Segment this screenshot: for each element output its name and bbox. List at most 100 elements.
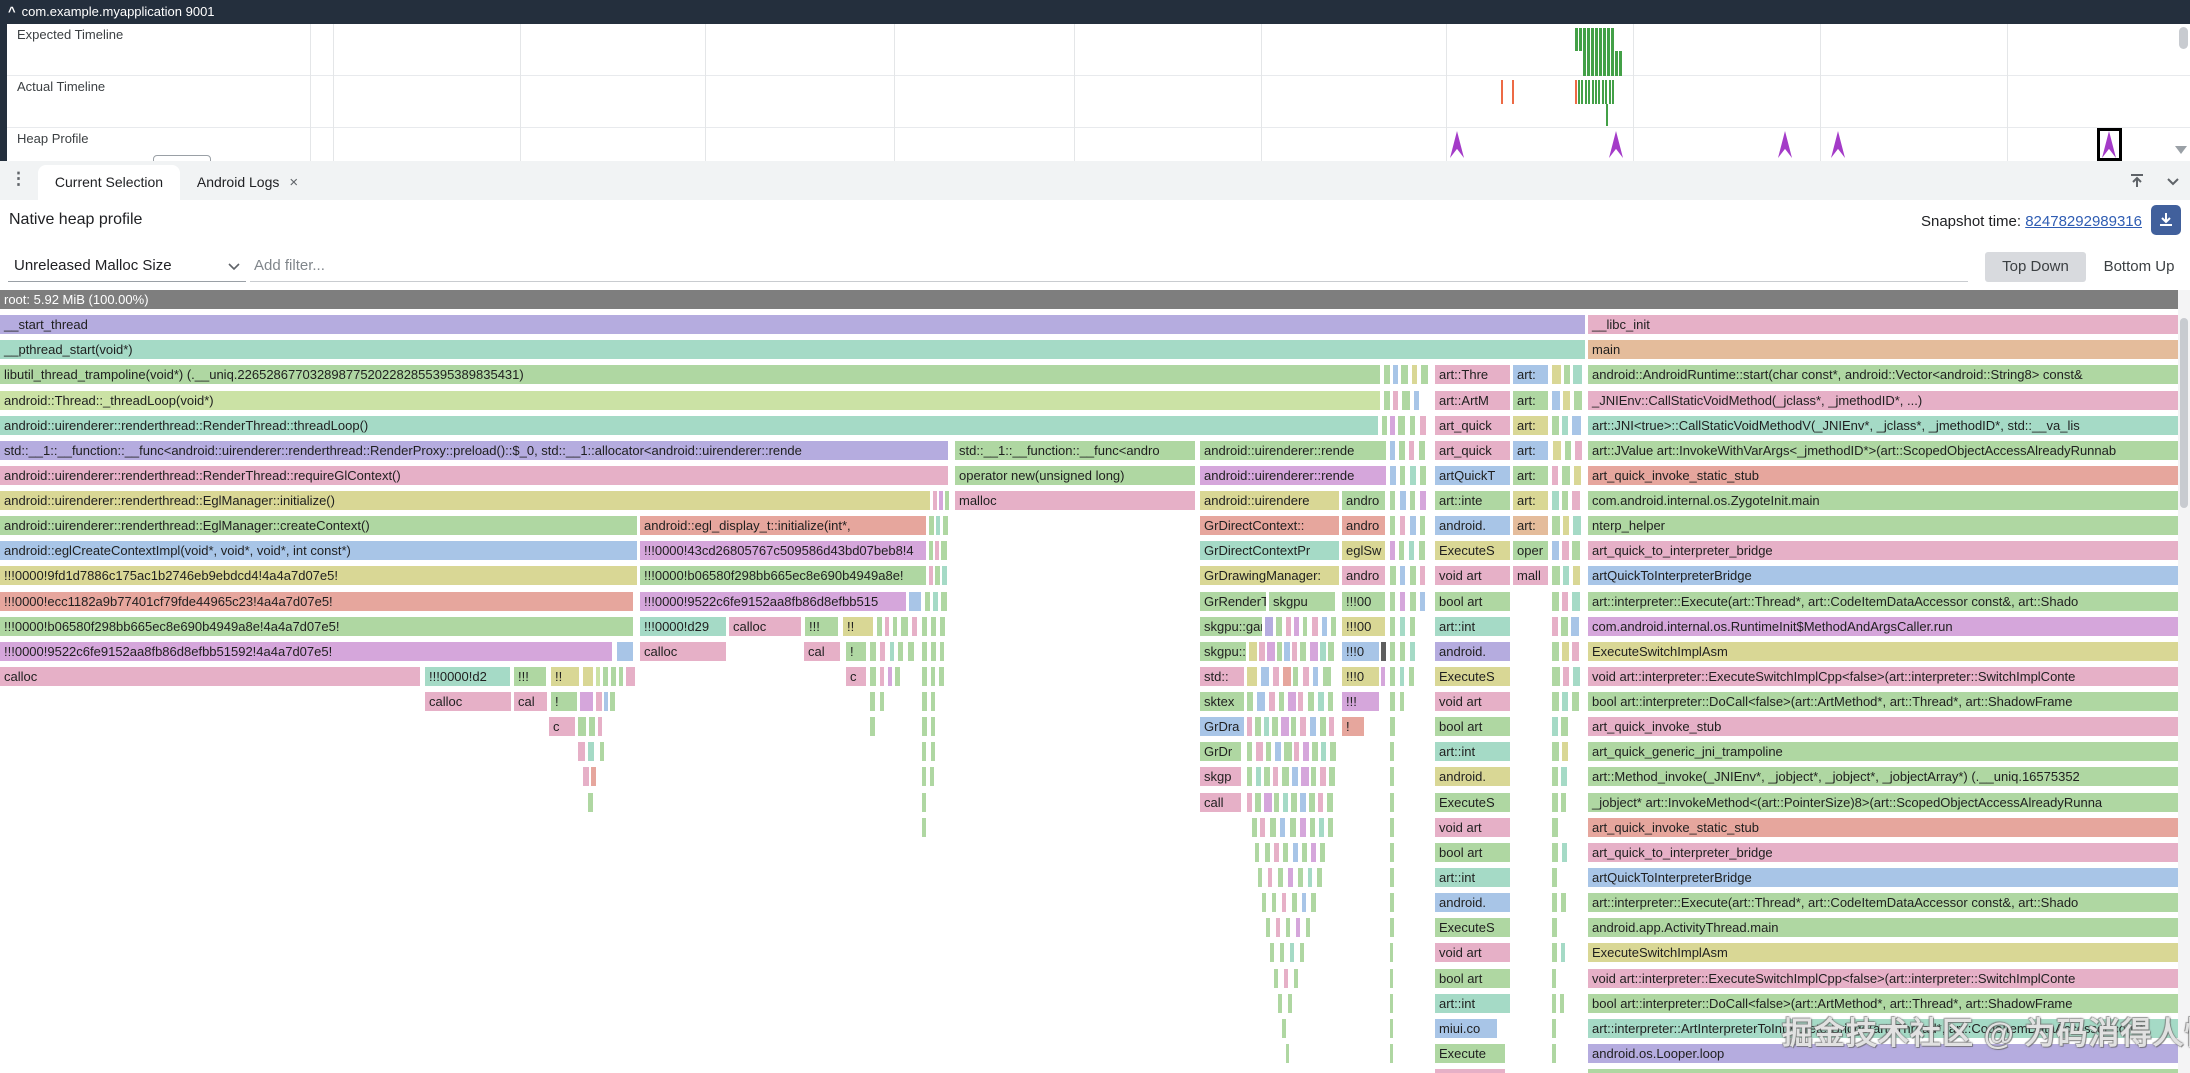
flame-block[interactable]: art::JNI<true>::CallStaticVoidMethodV(_J… xyxy=(1588,415,2178,435)
flame-block[interactable]: cal xyxy=(514,692,547,712)
flame-block[interactable] xyxy=(1247,666,1257,686)
flame-block[interactable] xyxy=(1400,516,1405,536)
flame-block[interactable]: android. xyxy=(1435,516,1510,536)
flame-block[interactable]: !!!0000!b06580f298bb665ec8e690b4949a8e!4… xyxy=(0,616,633,636)
flame-block[interactable]: art_quick_generic_jni_trampoline xyxy=(1588,742,2178,762)
flame-block[interactable] xyxy=(1390,842,1394,862)
flame-block[interactable] xyxy=(1322,616,1327,636)
flame-block[interactable]: android::uirenderer::rende xyxy=(1200,440,1386,460)
flame-block[interactable]: oper xyxy=(1513,541,1548,561)
flame-block[interactable] xyxy=(1552,541,1559,561)
flame-block[interactable]: void art xyxy=(1435,692,1510,712)
flame-block[interactable] xyxy=(929,516,934,536)
flame-block[interactable] xyxy=(1264,767,1270,787)
flame-block[interactable] xyxy=(1277,641,1282,661)
flame-block[interactable] xyxy=(1292,767,1298,787)
flame-block[interactable]: android::Thread::_threadLoop(void*) xyxy=(0,390,1380,410)
flame-block[interactable]: GrRenderTa xyxy=(1200,591,1266,611)
flame-block[interactable] xyxy=(1552,717,1558,737)
flame-block[interactable]: art::int xyxy=(1435,616,1510,636)
flame-block[interactable] xyxy=(1283,666,1291,686)
flame-block[interactable] xyxy=(1310,641,1318,661)
flame-block[interactable] xyxy=(1561,943,1565,963)
flame-block[interactable]: ExecuteS xyxy=(1435,666,1510,686)
flame-block[interactable] xyxy=(1320,767,1326,787)
flame-block[interactable] xyxy=(1390,516,1395,536)
flame-block[interactable] xyxy=(870,666,876,686)
flame-block[interactable] xyxy=(943,516,948,536)
flame-block[interactable]: android::uirenderer::renderthread::EglMa… xyxy=(0,516,637,536)
flame-block[interactable] xyxy=(1552,666,1560,686)
flame-block[interactable] xyxy=(1268,867,1272,887)
flame-block[interactable] xyxy=(1267,641,1275,661)
flame-block[interactable]: !!!0000!9fd1d7886c175ac1b2746eb9ebdcd4!4… xyxy=(0,566,637,586)
flame-block[interactable]: std::__1::__function::__func<andro xyxy=(955,440,1195,460)
flame-block[interactable]: !!!00 xyxy=(1342,591,1385,611)
flame-block[interactable]: c xyxy=(846,666,866,686)
flame-block[interactable] xyxy=(1291,792,1297,812)
flame-block[interactable] xyxy=(1384,390,1390,410)
flame-block[interactable] xyxy=(1552,415,1559,435)
flame-block[interactable] xyxy=(1390,692,1395,712)
flame-block[interactable] xyxy=(611,666,616,686)
flame-block[interactable] xyxy=(922,792,926,812)
flame-block[interactable] xyxy=(1573,666,1580,686)
flame-block[interactable]: calloc xyxy=(425,692,511,712)
flame-block[interactable] xyxy=(1563,516,1569,536)
flame-block[interactable] xyxy=(895,666,900,686)
flame-block[interactable] xyxy=(1399,541,1404,561)
flame-block[interactable] xyxy=(1310,817,1315,837)
flame-block[interactable] xyxy=(583,767,589,787)
flame-block[interactable] xyxy=(1308,867,1312,887)
flame-block[interactable] xyxy=(1390,666,1395,686)
flame-block[interactable] xyxy=(898,641,903,661)
flame-block[interactable] xyxy=(1329,717,1334,737)
flame-block[interactable]: art: xyxy=(1513,390,1548,410)
flame-block[interactable] xyxy=(1564,365,1570,385)
flame-block[interactable] xyxy=(1300,641,1306,661)
flame-block[interactable]: art: xyxy=(1513,365,1548,385)
flame-block[interactable]: skgpu xyxy=(1269,591,1335,611)
flame-block[interactable] xyxy=(583,666,593,686)
flame-block[interactable] xyxy=(1265,842,1270,862)
timeline-scrollbar-thumb[interactable] xyxy=(2179,27,2188,49)
flame-block[interactable] xyxy=(1278,867,1283,887)
flame-block[interactable] xyxy=(922,742,926,762)
flame-block[interactable] xyxy=(1562,742,1568,762)
flame-block[interactable]: skgpu:: xyxy=(1200,641,1246,661)
flame-block[interactable] xyxy=(1284,968,1288,988)
flame-block[interactable] xyxy=(941,591,947,611)
flame-block[interactable] xyxy=(880,641,885,661)
flame-block[interactable] xyxy=(1303,666,1309,686)
flame-block[interactable] xyxy=(1390,591,1395,611)
download-button[interactable] xyxy=(2151,205,2181,235)
flame-block[interactable]: !!!0000!43cd26805767c509586d43bd07beb8!4 xyxy=(640,541,926,561)
flame-block[interactable] xyxy=(901,616,908,636)
flame-block[interactable] xyxy=(1390,541,1395,561)
flame-block[interactable] xyxy=(1552,465,1558,485)
flame-block[interactable]: ExecuteSwitchImplAsm xyxy=(1588,943,2178,963)
flame-block[interactable] xyxy=(1328,692,1333,712)
flame-block[interactable] xyxy=(1282,767,1289,787)
flame-block[interactable] xyxy=(922,666,927,686)
flame-block[interactable]: ExecuteS xyxy=(1435,541,1510,561)
flame-block[interactable] xyxy=(1410,566,1416,586)
flame-block[interactable] xyxy=(580,692,593,712)
flame-block[interactable] xyxy=(1269,692,1275,712)
flame-block[interactable]: android.os.Looper.loop xyxy=(1588,1043,2178,1063)
flame-block[interactable] xyxy=(1284,641,1290,661)
flame-block[interactable] xyxy=(1311,842,1316,862)
flame-block[interactable] xyxy=(912,616,917,636)
flame-block[interactable]: operator new(unsigned long) xyxy=(955,465,1195,485)
flame-block[interactable]: !!! xyxy=(514,666,546,686)
flame-block[interactable]: !!! xyxy=(1342,692,1379,712)
flame-block[interactable] xyxy=(1270,943,1274,963)
dock-to-top-icon[interactable] xyxy=(2128,172,2146,190)
kebab-menu-icon[interactable]: ⋮ xyxy=(10,169,27,189)
flame-block[interactable]: calloc xyxy=(729,616,801,636)
flame-block[interactable] xyxy=(1298,867,1303,887)
flame-block[interactable] xyxy=(1300,717,1306,737)
flame-block[interactable] xyxy=(1288,692,1296,712)
flame-block[interactable] xyxy=(1552,591,1559,611)
flame-block[interactable] xyxy=(1280,817,1285,837)
